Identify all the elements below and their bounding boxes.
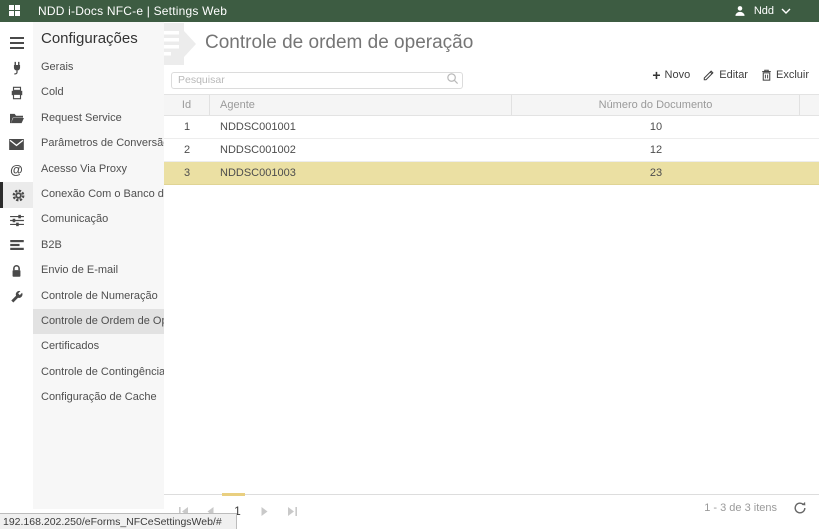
user-icon [733,4,747,18]
search-icon[interactable] [446,72,459,85]
table-row-selected[interactable]: 3 NDDSC001003 23 [164,162,819,185]
folder-icon[interactable] [0,106,33,131]
column-header-stub [800,95,819,115]
wrench-icon[interactable] [0,284,33,309]
user-menu[interactable]: Ndd [733,0,791,22]
cell-id: 2 [164,139,210,161]
data-grid: Id Agente Número do Documento 1 NDDSC001… [164,94,819,185]
new-button[interactable]: + Novo [652,69,690,81]
lock-icon[interactable] [0,259,33,284]
sidebar-item-conexao-banco-dados[interactable]: Conexão Com o Banco de Dados [33,182,164,207]
page-header: Controle de ordem de operação [164,22,819,66]
printer-icon[interactable] [0,81,33,106]
sidebar-item-controle-numeracao[interactable]: Controle de Numeração [33,284,164,309]
sidebar-item-controle-contingencia[interactable]: Controle de Contingência [33,360,164,385]
chevron-down-icon [781,8,791,14]
pencil-icon [703,69,715,81]
column-header-agente[interactable]: Agente [210,95,512,115]
next-page-button[interactable] [251,501,278,521]
refresh-icon[interactable] [793,501,807,515]
cell-agente: NDDSC001001 [210,116,512,138]
sidebar-item-envio-email[interactable]: Envio de E-mail [33,258,164,283]
column-header-numero-documento[interactable]: Número do Documento [512,95,800,115]
pager: 1 1 - 3 de 3 itens [164,494,819,532]
sidebar-header: Configurações [33,22,164,55]
gear-icon[interactable] [0,182,33,207]
sidebar-item-comunicacao[interactable]: Comunicação [33,207,164,232]
delete-button[interactable]: Excluir [761,69,809,81]
search-box [171,70,463,87]
page-title: Controle de ordem de operação [205,32,473,54]
list-icon[interactable] [0,233,33,258]
search-input[interactable] [171,72,463,89]
cell-numero: 10 [512,116,800,138]
envelope-icon[interactable] [0,132,33,157]
cell-numero: 12 [512,139,800,161]
user-name: Ndd [754,5,774,17]
cell-agente: NDDSC001002 [210,139,512,161]
cell-numero: 23 [512,162,800,184]
sidebar-item-certificados[interactable]: Certificados [33,334,164,359]
sidebar-menu: Configurações Gerais Cold Request Servic… [33,22,164,509]
trash-icon [761,69,772,81]
edit-button[interactable]: Editar [703,69,748,81]
app-grid-icon[interactable] [9,5,21,17]
sliders-icon[interactable] [0,208,33,233]
sidebar-icon-rail: @ [0,22,33,510]
sidebar-item-acesso-via-proxy[interactable]: Acesso Via Proxy [33,157,164,182]
hamburger-menu-icon[interactable] [0,30,33,55]
pager-info: 1 - 3 de 3 itens [704,501,807,515]
sidebar-item-cold[interactable]: Cold [33,80,164,105]
cell-id: 1 [164,116,210,138]
sidebar-item-gerais[interactable]: Gerais [33,55,164,80]
cell-agente: NDDSC001003 [210,162,512,184]
sidebar-item-b2b[interactable]: B2B [33,233,164,258]
cell-id: 3 [164,162,210,184]
selected-page-indicator [222,493,245,496]
browser-status-tooltip: 192.168.202.250/eForms_NFCeSettingsWeb/# [0,513,237,529]
sidebar-item-configuracao-cache[interactable]: Configuração de Cache [33,385,164,410]
app-title: NDD i-Docs NFC-e | Settings Web [38,4,227,18]
toolbar: + Novo Editar Excluir [652,69,809,81]
top-bar: NDD i-Docs NFC-e | Settings Web Ndd [0,0,819,22]
sidebar-item-controle-ordem-operacao[interactable]: Controle de Ordem de Operação [33,309,164,334]
main-content: Controle de ordem de operação + Novo Edi… [164,22,819,532]
grid-header: Id Agente Número do Documento [164,94,819,116]
column-header-id[interactable]: Id [164,95,210,115]
sidebar-item-request-service[interactable]: Request Service [33,106,164,131]
at-icon[interactable]: @ [0,157,33,182]
last-page-button[interactable] [278,501,305,521]
document-watermark-icon [164,23,200,65]
pager-summary: 1 - 3 de 3 itens [704,502,777,514]
plug-icon[interactable] [0,55,33,80]
status-url: 192.168.202.250/eForms_NFCeSettingsWeb/# [0,516,222,528]
table-row[interactable]: 2 NDDSC001002 12 [164,139,819,162]
sidebar-item-parametros-conversao[interactable]: Parâmetros de Conversão [33,131,164,156]
plus-icon: + [652,70,660,80]
table-row[interactable]: 1 NDDSC001001 10 [164,116,819,139]
